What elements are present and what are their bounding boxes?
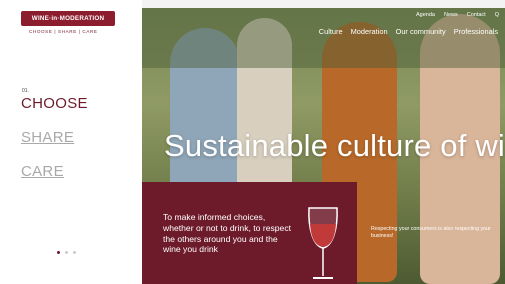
hero-subtext: Respecting your consumers is also respec… xyxy=(371,226,491,239)
nav-link-moderation[interactable]: Moderation xyxy=(351,27,388,36)
nav-link-contact[interactable]: Contact xyxy=(467,12,486,18)
pager-dot-2[interactable] xyxy=(65,251,68,254)
logo-text: WINE·in·MODERATION xyxy=(31,15,105,22)
nav-link-search[interactable]: Q xyxy=(495,12,499,18)
hero-image: Agenda News Contact Q Culture Moderation… xyxy=(142,8,505,284)
nav-link-professionals[interactable]: Professionals xyxy=(454,27,498,36)
nav-link-community[interactable]: Our community xyxy=(396,27,446,36)
brand-logo[interactable]: WINE·in·MODERATION xyxy=(21,11,115,26)
nav-link-news[interactable]: News xyxy=(444,12,458,18)
menu-item-care[interactable]: CARE xyxy=(21,163,64,180)
left-panel: WINE·in·MODERATION CHOOSE | SHARE | CARE… xyxy=(0,0,142,284)
utility-nav: Agenda News Contact Q xyxy=(416,12,499,18)
nav-link-agenda[interactable]: Agenda xyxy=(416,12,435,18)
brand-tagline: CHOOSE | SHARE | CARE xyxy=(29,29,98,34)
info-box: To make informed choices, whether or not… xyxy=(142,182,357,284)
main-nav: Culture Moderation Our community Profess… xyxy=(319,27,505,36)
menu-item-choose[interactable]: CHOOSE xyxy=(21,95,88,112)
nav-link-culture[interactable]: Culture xyxy=(319,27,343,36)
wine-glass-icon xyxy=(308,207,338,279)
section-number: 01. xyxy=(22,88,29,94)
pager-dot-3[interactable] xyxy=(73,251,76,254)
info-text: To make informed choices, whether or not… xyxy=(163,212,292,255)
menu-item-share[interactable]: SHARE xyxy=(21,129,74,146)
carousel-pager xyxy=(57,251,76,254)
hero-headline: Sustainable culture of wine xyxy=(164,128,505,163)
pager-dot-1[interactable] xyxy=(57,251,60,254)
